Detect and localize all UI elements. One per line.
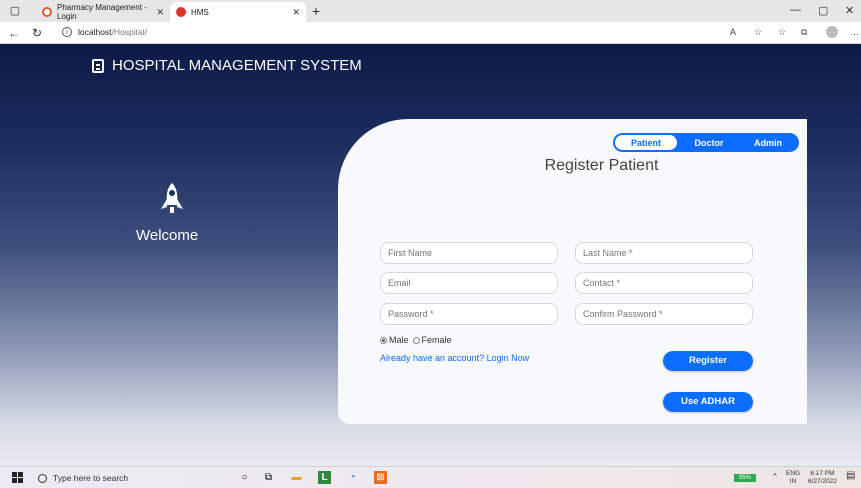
- windows-start-icon[interactable]: [12, 472, 23, 483]
- page-background: HOSPITAL MANAGEMENT SYSTEM Welcome Patie…: [0, 44, 861, 466]
- male-label: Male: [389, 335, 409, 345]
- url-field[interactable]: localhost/Hospital/: [78, 27, 147, 37]
- browser-tab-bar: ▢ Pharmacy Management - Login ✕ HMS ✕ + …: [0, 0, 861, 22]
- language-indicator[interactable]: ENG IN: [786, 470, 800, 486]
- female-radio[interactable]: [412, 336, 420, 344]
- tab-doctor[interactable]: Doctor: [678, 138, 740, 148]
- clock[interactable]: 6:17 PM 6/27/2022: [808, 470, 837, 486]
- back-icon[interactable]: ←: [8, 26, 20, 40]
- tab-actions-icon[interactable]: ▢: [8, 4, 22, 18]
- register-button[interactable]: Register: [663, 351, 753, 371]
- more-icon[interactable]: …: [850, 27, 859, 37]
- favorite-add-icon[interactable]: ☆: [754, 27, 762, 38]
- password-field[interactable]: Password *: [380, 303, 558, 325]
- xampp-icon[interactable]: ⊠: [374, 471, 387, 484]
- close-tab-icon[interactable]: ✕: [292, 7, 300, 18]
- hospital-icon: [92, 58, 104, 73]
- use-adhar-button[interactable]: Use ADHAR: [663, 392, 753, 412]
- first-name-field[interactable]: First Name: [380, 242, 558, 264]
- tab-admin[interactable]: Admin: [740, 138, 796, 148]
- battery-badge: 95%: [734, 474, 756, 482]
- minimize-icon[interactable]: —: [790, 4, 801, 16]
- edge-icon[interactable]: ◔: [346, 471, 359, 484]
- task-view-icon[interactable]: ⧉: [262, 471, 275, 484]
- search-icon: [38, 473, 47, 483]
- role-toggle: Patient Doctor Admin: [613, 133, 799, 152]
- confirm-password-field[interactable]: Confirm Password *: [575, 303, 753, 325]
- contact-field[interactable]: Contact *: [575, 272, 753, 294]
- favicon-icon: [42, 7, 52, 17]
- address-bar: ← ↻ i localhost/Hospital/ A ☆ ☆ ⧉ …: [0, 22, 861, 44]
- browser-tab-hms[interactable]: HMS ✕: [170, 2, 306, 22]
- notification-icon[interactable]: ▤: [846, 471, 855, 481]
- form-title: Register Patient: [544, 157, 659, 174]
- tab-title: HMS: [191, 7, 209, 17]
- maximize-icon[interactable]: ▢: [818, 4, 828, 17]
- info-icon[interactable]: i: [62, 27, 72, 37]
- brand-title: HOSPITAL MANAGEMENT SYSTEM: [112, 57, 362, 74]
- read-aloud-icon[interactable]: A: [730, 27, 736, 37]
- favicon-icon: [176, 7, 186, 17]
- male-radio[interactable]: [380, 336, 387, 344]
- login-link[interactable]: Already have an account? Login Now: [380, 353, 529, 363]
- last-name-field[interactable]: Last Name *: [575, 242, 753, 264]
- cortana-icon[interactable]: ○: [238, 471, 251, 484]
- close-tab-icon[interactable]: ✕: [156, 7, 164, 18]
- collections-icon[interactable]: ⧉: [801, 27, 807, 38]
- welcome-text: Welcome: [136, 227, 199, 244]
- female-label: Female: [421, 335, 452, 345]
- app-l-icon[interactable]: L: [318, 471, 331, 484]
- browser-tab-pharmacy[interactable]: Pharmacy Management - Login ✕: [36, 2, 170, 22]
- file-explorer-icon[interactable]: ▬: [290, 471, 303, 484]
- rocket-icon: [161, 183, 183, 213]
- tray-chevron-icon[interactable]: ^: [773, 473, 777, 481]
- tab-title: Pharmacy Management - Login: [57, 3, 147, 21]
- tab-patient[interactable]: Patient: [614, 134, 678, 151]
- refresh-icon[interactable]: ↻: [32, 26, 42, 40]
- new-tab-icon[interactable]: +: [312, 3, 320, 19]
- taskbar-search[interactable]: Type here to search: [38, 469, 228, 487]
- close-window-icon[interactable]: ✕: [845, 4, 854, 17]
- email-field[interactable]: Email: [380, 272, 558, 294]
- register-card: Patient Doctor Admin Register Patient Fi…: [338, 119, 807, 424]
- gender-radio-group: Male Female: [380, 335, 452, 345]
- favorites-icon[interactable]: ☆: [778, 27, 786, 38]
- app-brand: HOSPITAL MANAGEMENT SYSTEM: [92, 57, 362, 74]
- search-placeholder: Type here to search: [53, 473, 129, 483]
- windows-taskbar: Type here to search ○ ⧉ ▬ L ◔ ⊠ 95% ^ EN…: [0, 466, 861, 488]
- profile-avatar-icon[interactable]: [826, 26, 838, 38]
